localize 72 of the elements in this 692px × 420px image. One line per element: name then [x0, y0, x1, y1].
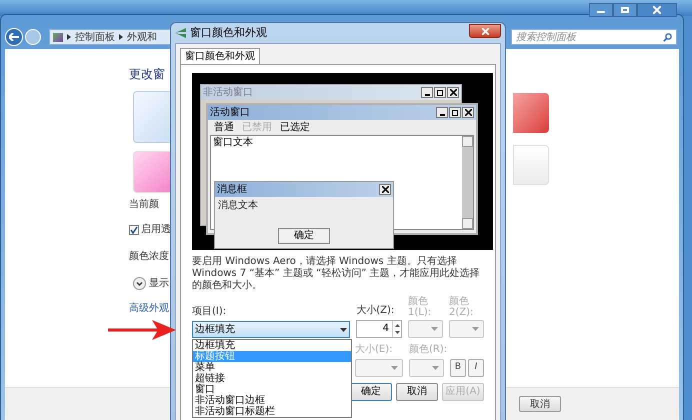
- app-icon: [175, 28, 186, 38]
- tab[interactable]: 窗口颜色和外观: [180, 48, 260, 64]
- inactive-window-title: 非活动窗口: [203, 88, 253, 98]
- menu-item[interactable]: 普通: [214, 122, 234, 132]
- back-arrow-icon: [9, 33, 19, 41]
- breadcrumb[interactable]: 外观和: [127, 30, 157, 44]
- menu-item[interactable]: 已选定: [280, 122, 310, 132]
- size-spinner[interactable]: 4: [356, 320, 402, 338]
- color-label: 颜色 2(Z):: [449, 296, 474, 318]
- dropdown-option[interactable]: 超链接: [193, 373, 351, 384]
- expand-chevron-icon[interactable]: [133, 277, 146, 290]
- font-color-label: 颜色(R):: [409, 342, 444, 357]
- close-icon: [462, 107, 474, 118]
- message-text: 消息文本: [217, 198, 259, 211]
- dropdown-option[interactable]: 边框填充: [193, 340, 351, 351]
- dropdown-arrow-icon: [432, 366, 439, 370]
- italic-button[interactable]: I: [468, 359, 484, 377]
- bold-button[interactable]: B: [450, 359, 466, 377]
- font-size-label: 大小(E):: [355, 342, 394, 357]
- color-tile[interactable]: [513, 93, 549, 133]
- active-window-title: 活动窗口: [210, 108, 250, 118]
- size-value: 4: [382, 322, 390, 336]
- message-box-title: 消息框: [217, 184, 247, 194]
- mixer-label: 显示: [149, 277, 169, 291]
- window-text: 窗口文本: [212, 136, 254, 150]
- maximize-icon: [449, 107, 461, 118]
- color-tile[interactable]: [513, 145, 549, 185]
- search-icon: [663, 32, 672, 42]
- minimize-icon: [436, 107, 448, 118]
- checkbox-label: 启用透: [141, 222, 171, 237]
- forward-button[interactable]: [25, 29, 41, 45]
- breadcrumb[interactable]: 控制面板: [75, 30, 115, 44]
- dialog-button[interactable]: 确定: [350, 383, 392, 401]
- dropdown-option[interactable]: 非活动窗口边框: [193, 395, 351, 406]
- chevron-right-icon: [119, 34, 123, 40]
- item-dropdown[interactable]: 边框填充: [192, 321, 350, 338]
- search-placeholder: 搜索控制面板: [516, 30, 576, 44]
- dropdown-arrow-icon: [340, 328, 348, 332]
- close-button[interactable]: [469, 24, 501, 38]
- item-dropdown-value: 边框填充: [195, 324, 235, 334]
- search-field[interactable]: 搜索控制面板: [511, 29, 677, 45]
- intensity-label: 颜色浓度: [129, 250, 170, 264]
- cancel-button[interactable]: 取消: [519, 396, 561, 412]
- color-label: 颜色 1(L):: [408, 296, 432, 318]
- minimize-icon: [421, 87, 433, 98]
- current-color-label: 当前颜: [129, 198, 160, 212]
- dialog-button[interactable]: 取消: [396, 383, 438, 401]
- maximize-icon[interactable]: [613, 3, 637, 17]
- page-heading: 更改窗: [129, 66, 166, 83]
- close-icon: [379, 184, 391, 195]
- dropdown-arrow-icon: [431, 327, 438, 331]
- dropdown-option[interactable]: 非活动窗口标题栏: [193, 406, 351, 417]
- control-panel-icon: [53, 32, 63, 42]
- close-icon[interactable]: [637, 3, 677, 17]
- aero-note: 要启用 Windows Aero，请选择 Windows 主题。只有选择 Windows 7 “基本” 主题或 “轻松访问” 主题，才能应用此处选择的颜色和大小。: [192, 256, 481, 292]
- back-button[interactable]: [5, 28, 23, 46]
- dropdown-option[interactable]: 窗口: [193, 384, 351, 395]
- size-label: 大小(Z):: [356, 304, 396, 318]
- ok-button[interactable]: 确定: [278, 228, 330, 244]
- dropdown-arrow-icon: [391, 366, 398, 370]
- dropdown-arrow-icon: [472, 327, 479, 331]
- close-icon: [447, 87, 459, 98]
- minimize-icon[interactable]: [589, 3, 613, 17]
- checkbox[interactable]: [129, 224, 139, 234]
- pointer-arrow: [108, 318, 176, 342]
- item-label: 项目(I):: [192, 305, 228, 319]
- maximize-icon: [434, 87, 446, 98]
- dropdown-option[interactable]: 菜单: [193, 362, 351, 373]
- close-icon: [482, 28, 488, 34]
- advanced-link[interactable]: 高级外观: [129, 301, 173, 316]
- dialog-title: 窗口颜色和外观: [190, 24, 267, 41]
- chevron-right-icon: [67, 34, 71, 40]
